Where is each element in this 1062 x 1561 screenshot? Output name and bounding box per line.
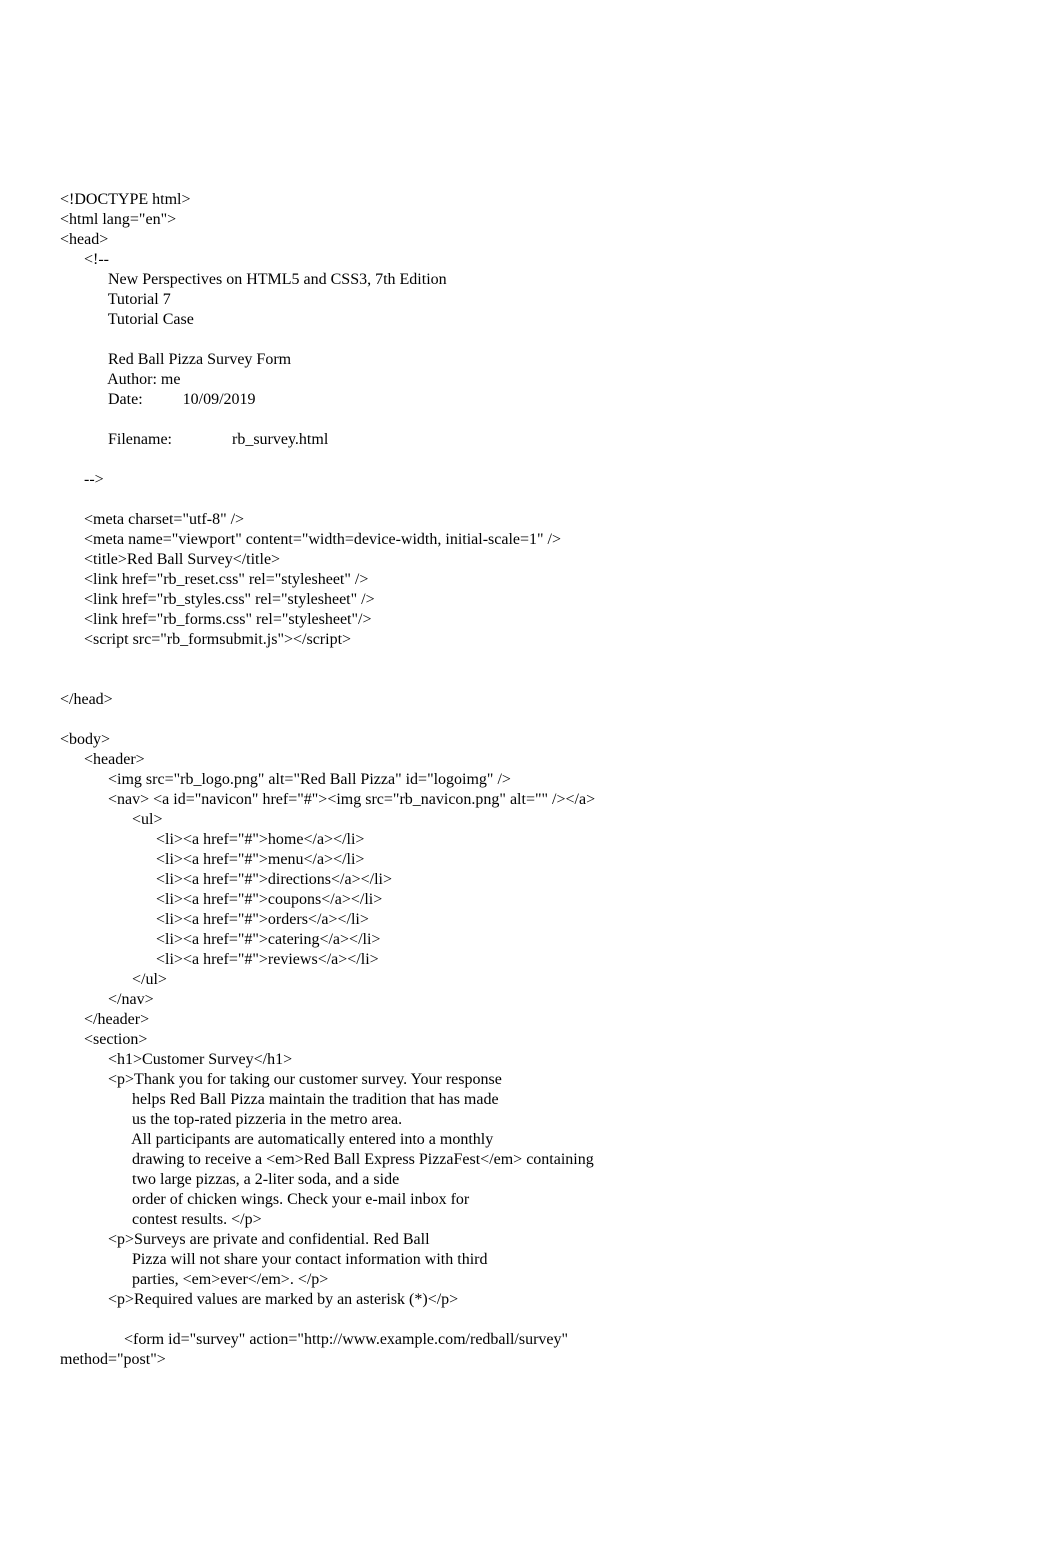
code-line: <script src="rb_formsubmit.js"></script> (60, 630, 1062, 650)
code-line: <form id="survey" action="http://www.exa… (60, 1330, 1062, 1350)
code-line: <li><a href="#">home</a></li> (60, 830, 1062, 850)
code-line (60, 710, 1062, 730)
code-line: <li><a href="#">directions</a></li> (60, 870, 1062, 890)
code-line: order of chicken wings. Check your e-mai… (60, 1190, 1062, 1210)
code-line: <link href="rb_reset.css" rel="styleshee… (60, 570, 1062, 590)
code-line: <meta charset="utf-8" /> (60, 510, 1062, 530)
code-line: <li><a href="#">reviews</a></li> (60, 950, 1062, 970)
code-line (60, 450, 1062, 470)
code-line: <nav> <a id="navicon" href="#"><img src=… (60, 790, 1062, 810)
code-line: <li><a href="#">orders</a></li> (60, 910, 1062, 930)
code-line: <ul> (60, 810, 1062, 830)
code-line: parties, <em>ever</em>. </p> (60, 1270, 1062, 1290)
code-line: New Perspectives on HTML5 and CSS3, 7th … (60, 270, 1062, 290)
code-line (60, 330, 1062, 350)
code-line: <!DOCTYPE html> (60, 190, 1062, 210)
code-line: Red Ball Pizza Survey Form (60, 350, 1062, 370)
code-line: </head> (60, 690, 1062, 710)
code-line: Author: me (60, 370, 1062, 390)
code-line: <html lang="en"> (60, 210, 1062, 230)
code-line: <title>Red Ball Survey</title> (60, 550, 1062, 570)
code-line: <img src="rb_logo.png" alt="Red Ball Piz… (60, 770, 1062, 790)
code-line (60, 1310, 1062, 1330)
code-line: method="post"> (60, 1350, 1062, 1370)
code-line: Pizza will not share your contact inform… (60, 1250, 1062, 1270)
code-line (60, 670, 1062, 690)
code-line (60, 490, 1062, 510)
code-line: Tutorial 7 (60, 290, 1062, 310)
code-line: us the top-rated pizzeria in the metro a… (60, 1110, 1062, 1130)
code-line: </header> (60, 1010, 1062, 1030)
code-line: helps Red Ball Pizza maintain the tradit… (60, 1090, 1062, 1110)
code-line: <p>Thank you for taking our customer sur… (60, 1070, 1062, 1090)
code-line: <head> (60, 230, 1062, 250)
code-line: <header> (60, 750, 1062, 770)
code-line: --> (60, 470, 1062, 490)
code-document: <!DOCTYPE html><html lang="en"><head> <!… (60, 190, 1062, 1370)
code-line: contest results. </p> (60, 1210, 1062, 1230)
code-line: <li><a href="#">menu</a></li> (60, 850, 1062, 870)
code-line: Date: 10/09/2019 (60, 390, 1062, 410)
code-line (60, 650, 1062, 670)
code-line: <p>Required values are marked by an aste… (60, 1290, 1062, 1310)
code-line: All participants are automatically enter… (60, 1130, 1062, 1150)
code-line: <link href="rb_styles.css" rel="styleshe… (60, 590, 1062, 610)
code-line: <li><a href="#">coupons</a></li> (60, 890, 1062, 910)
code-line (60, 410, 1062, 430)
code-line: Tutorial Case (60, 310, 1062, 330)
code-line: drawing to receive a <em>Red Ball Expres… (60, 1150, 1062, 1170)
code-line: </nav> (60, 990, 1062, 1010)
code-line: Filename: rb_survey.html (60, 430, 1062, 450)
code-line: <p>Surveys are private and confidential.… (60, 1230, 1062, 1250)
code-line: <!-- (60, 250, 1062, 270)
code-line: </ul> (60, 970, 1062, 990)
code-line: <section> (60, 1030, 1062, 1050)
code-line: <body> (60, 730, 1062, 750)
code-line: two large pizzas, a 2-liter soda, and a … (60, 1170, 1062, 1190)
code-line: <link href="rb_forms.css" rel="styleshee… (60, 610, 1062, 630)
code-line: <meta name="viewport" content="width=dev… (60, 530, 1062, 550)
code-line: <li><a href="#">catering</a></li> (60, 930, 1062, 950)
code-line: <h1>Customer Survey</h1> (60, 1050, 1062, 1070)
